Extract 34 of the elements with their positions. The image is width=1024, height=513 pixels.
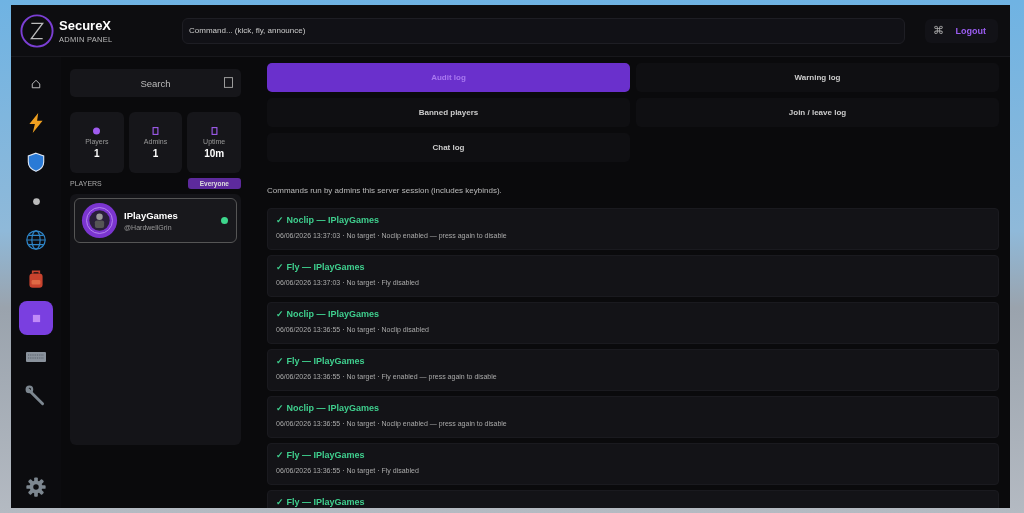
sidebar-square-button[interactable]: [19, 301, 53, 335]
globe-icon: [25, 229, 47, 251]
log-tab[interactable]: Chat log: [267, 133, 630, 162]
logout-button[interactable]: Logout: [953, 23, 988, 38]
stat-value: 10m: [204, 147, 225, 159]
log-tab[interactable]: Banned players: [267, 98, 630, 127]
log-title: ✓ Fly — IPlayGames: [276, 450, 366, 460]
log-tab[interactable]: Warning log: [636, 63, 999, 92]
log-title: ✓ Fly — IPlayGames: [276, 497, 366, 507]
shortcut-symbol[interactable]: ⌘: [932, 24, 944, 37]
log-title: ✓ Fly — IPlayGames: [276, 262, 366, 272]
home-icon: [30, 78, 42, 90]
dot-icon: [93, 126, 101, 135]
player-name: IPlayGames: [124, 210, 179, 221]
log-tab[interactable]: Join / leave log: [636, 98, 999, 127]
square-icon: [31, 313, 41, 323]
wrench-icon: [25, 385, 47, 407]
square-icon: [224, 77, 233, 88]
command-input-field[interactable]: Command... (kick, fly, announce): [182, 17, 905, 44]
rectangle-icon: [152, 126, 159, 135]
log-title: ✓ Fly — IPlayGames: [276, 356, 366, 366]
stat-value: 1: [94, 147, 100, 159]
shield-icon: [25, 151, 47, 173]
logo-icon: [20, 13, 54, 48]
description-text: Commands run by admins this server session (includes keybinds).: [267, 186, 503, 195]
log-title: ✓ Noclip — IPlayGames: [276, 309, 381, 319]
brand-name: SecureX: [59, 17, 113, 33]
log-title: ✓ Noclip — IPlayGames: [276, 403, 381, 413]
rectangle-icon: [210, 126, 218, 135]
search-field[interactable]: Search: [70, 69, 241, 97]
stat-value: 1: [152, 147, 159, 159]
avatar-icon: [81, 202, 118, 239]
dot-icon: [31, 196, 41, 206]
log-title: ✓ Noclip — IPlayGames: [276, 215, 381, 225]
